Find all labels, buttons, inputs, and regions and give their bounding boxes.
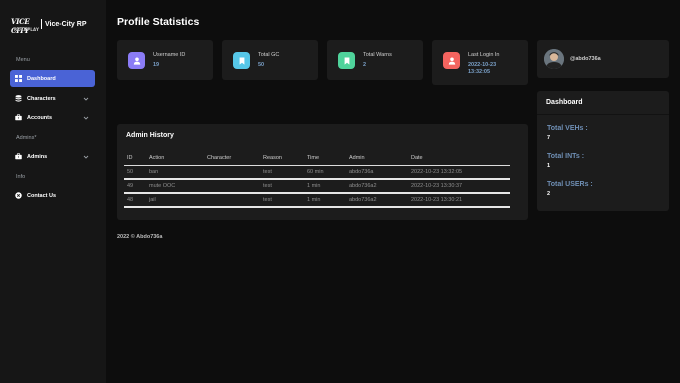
cell-time: 1 min	[304, 193, 346, 208]
table-row: 48 jail test 1 min abdo736a2 2022-10-23 …	[124, 193, 510, 208]
admin-history-table: ID Action Character Reason Time Admin Da…	[124, 152, 510, 208]
bookmark-icon	[338, 52, 355, 69]
cell-reason: test	[260, 193, 304, 208]
table-row: 49 mute OOC test 1 min abdo736a2 2022-10…	[124, 179, 510, 194]
cell-id: 48	[124, 193, 146, 208]
sidebar-item-dashboard[interactable]: Dashboard	[10, 70, 95, 87]
total-vehs-value: 7	[547, 135, 551, 141]
cell-action: mute OOC	[146, 179, 204, 194]
grid-icon	[15, 75, 22, 82]
user-icon	[128, 52, 145, 69]
column-header: Admin	[346, 152, 408, 166]
cell-time: 60 min	[304, 165, 346, 180]
panel-title: Dashboard	[546, 99, 583, 106]
profile-username: @abdo736a	[570, 56, 601, 62]
page-title: Profile Statistics	[117, 16, 200, 28]
panel-header: Dashboard	[537, 91, 669, 115]
cell-action: ban	[146, 165, 204, 180]
brand[interactable]: VICE CITY ROLEPLAY Vice-City RP	[11, 13, 87, 35]
total-vehs-label: Total VEHs :	[547, 125, 588, 132]
cell-id: 49	[124, 179, 146, 194]
admin-history-panel: Admin History ID Action Character Reason…	[117, 124, 528, 220]
profile-card[interactable]: @abdo736a	[537, 40, 669, 78]
panel-title: Admin History	[126, 132, 174, 139]
section-label-admins: Admins*	[16, 135, 37, 141]
cell-reason: test	[260, 179, 304, 194]
stat-value: 50	[258, 62, 265, 68]
chevron-down-icon	[83, 97, 89, 101]
brand-divider	[41, 19, 42, 29]
briefcase-icon	[15, 153, 22, 160]
stat-card-username-id: Username ID 19	[117, 40, 213, 80]
brand-name: Vice-City RP	[45, 20, 87, 28]
stat-label: Total GC	[258, 52, 280, 58]
section-label-menu: Menu	[16, 57, 30, 63]
cell-date: 2022-10-23 13:32:05	[408, 165, 510, 180]
table-row: 50 ban test 60 min abdo736a 2022-10-23 1…	[124, 165, 510, 180]
cell-time: 1 min	[304, 179, 346, 194]
dashboard-panel: Dashboard Total VEHs : 7 Total INTs : 1 …	[537, 91, 669, 211]
table-header-row: ID Action Character Reason Time Admin Da…	[124, 152, 510, 166]
cell-reason: test	[260, 165, 304, 180]
stat-label: Username ID	[153, 52, 186, 58]
cell-character	[204, 165, 260, 180]
total-ints-value: 1	[547, 163, 551, 169]
cell-admin: abdo736a2	[346, 193, 408, 208]
sidebar-item-label: Admins	[27, 153, 48, 160]
footer-copyright: 2022 © Abdo736a	[117, 234, 163, 240]
stat-card-last-login: Last Login In 2022-10-23 13:32:05	[432, 40, 528, 85]
stat-value: 2	[363, 62, 367, 68]
sidebar-item-admins[interactable]: Admins	[10, 148, 95, 165]
chevron-down-icon	[83, 116, 89, 120]
briefcase-icon	[15, 114, 22, 121]
avatar[interactable]	[544, 49, 564, 69]
stat-card-total-gc: Total GC 50	[222, 40, 318, 80]
stat-value: 2022-10-23 13:32:05	[468, 62, 496, 76]
cell-date: 2022-10-23 13:30:37	[408, 179, 510, 194]
stat-label: Total Warns	[363, 52, 392, 58]
sidebar-item-label: Contact Us	[27, 192, 57, 199]
cell-action: jail	[146, 193, 204, 208]
bookmark-icon	[233, 52, 250, 69]
cell-admin: abdo736a2	[346, 179, 408, 194]
column-header: Time	[304, 152, 346, 166]
chevron-down-icon	[83, 155, 89, 159]
database-icon	[15, 95, 22, 102]
last-login-date: 2022-10-23	[468, 62, 497, 68]
sidebar-item-characters[interactable]: Characters	[10, 90, 95, 107]
column-header: ID	[124, 152, 146, 166]
cell-admin: abdo736a	[346, 165, 408, 180]
sidebar-item-contact-us[interactable]: Contact Us	[10, 187, 95, 204]
cell-id: 50	[124, 165, 146, 180]
total-users-value: 2	[547, 191, 551, 197]
cell-date: 2022-10-23 13:30:21	[408, 193, 510, 208]
stat-label: Last Login In	[468, 52, 500, 58]
total-ints-label: Total INTs :	[547, 153, 585, 160]
total-users-label: Total USERs :	[547, 181, 593, 188]
cell-character	[204, 193, 260, 208]
column-header: Reason	[260, 152, 304, 166]
column-header: Action	[146, 152, 204, 166]
sidebar-item-label: Accounts	[27, 114, 53, 121]
sidebar-item-label: Characters	[27, 95, 56, 102]
stat-card-total-warns: Total Warns 2	[327, 40, 423, 80]
brand-logo: VICE CITY ROLEPLAY	[11, 17, 40, 35]
sidebar-item-accounts[interactable]: Accounts	[10, 109, 95, 126]
user-icon	[443, 52, 460, 69]
sidebar-item-label: Dashboard	[27, 75, 56, 82]
cell-character	[204, 179, 260, 194]
last-login-time: 13:32:05	[468, 69, 491, 75]
column-header: Character	[204, 152, 260, 166]
section-label-info: Info	[16, 174, 26, 180]
column-header: Date	[408, 152, 510, 166]
sidebar: VICE CITY ROLEPLAY Vice-City RP Menu Das…	[0, 0, 106, 383]
x-circle-icon	[15, 192, 22, 199]
stat-value: 19	[153, 62, 160, 68]
